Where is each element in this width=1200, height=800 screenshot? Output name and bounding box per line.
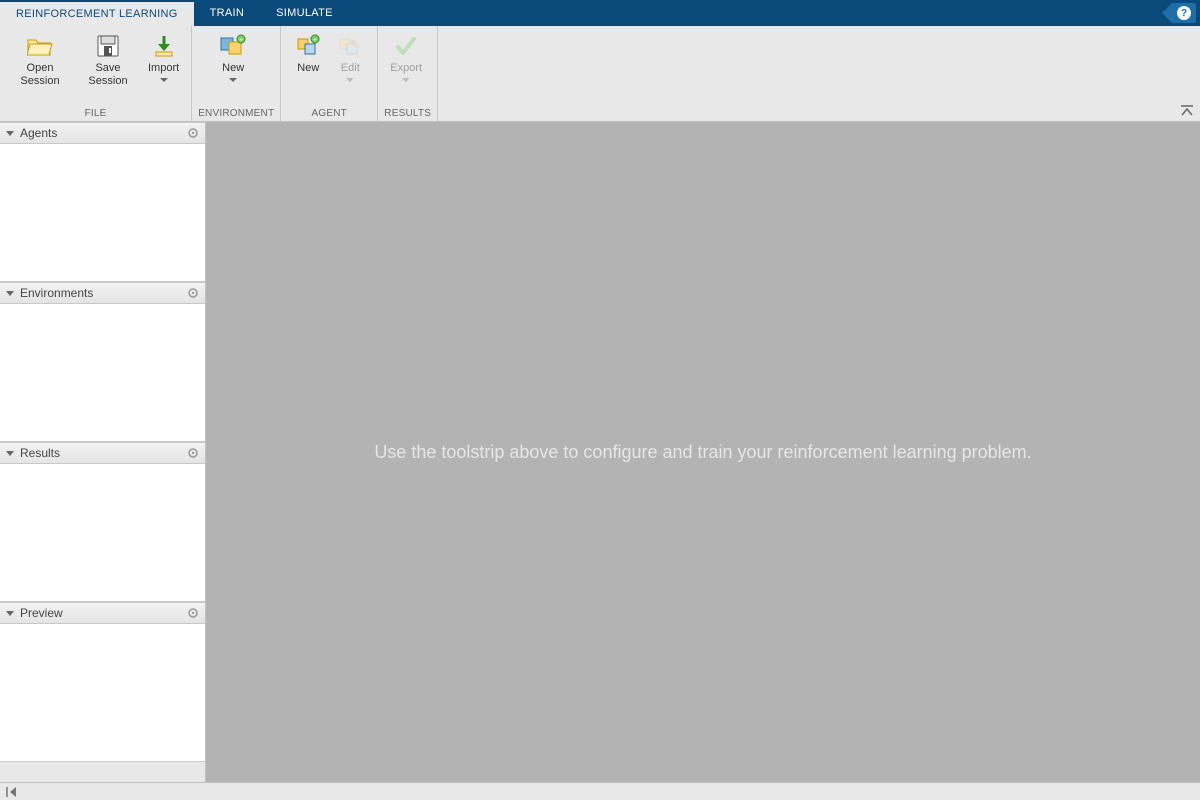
panel-agents: Agents [0, 122, 205, 282]
button-label: Save Session [80, 62, 136, 88]
button-label: Import [148, 62, 179, 75]
dropdown-caret-icon [229, 78, 237, 82]
panel-header-environments[interactable]: Environments [0, 282, 205, 304]
panel-options-button[interactable] [187, 127, 199, 139]
panel-options-button[interactable] [187, 607, 199, 619]
folder-open-icon [26, 32, 54, 60]
minimize-ribbon-button[interactable] [1180, 105, 1194, 117]
panel-options-button[interactable] [187, 447, 199, 459]
tab-label: TRAIN [210, 7, 245, 19]
environment-icon: + [219, 32, 247, 60]
collapse-triangle-icon [6, 291, 14, 296]
svg-text:+: + [313, 37, 317, 44]
dropdown-caret-icon [160, 78, 168, 82]
save-icon [94, 32, 122, 60]
agent-edit-icon [336, 32, 364, 60]
main-canvas: Use the toolstrip above to configure and… [206, 122, 1200, 782]
panel-title: Results [20, 446, 60, 460]
tab-strip: REINFORCEMENT LEARNING TRAIN SIMULATE ? [0, 0, 1200, 26]
ribbon-group-file: Open Session Save Session [0, 26, 192, 121]
new-agent-button[interactable]: + New [287, 30, 329, 77]
panel-header-agents[interactable]: Agents [0, 122, 205, 144]
ribbon-group-agent: + New Edit AGENT [281, 26, 378, 121]
open-session-button[interactable]: Open Session [6, 30, 74, 90]
help-arrow-icon [1162, 3, 1172, 23]
panel-preview: Preview [0, 602, 205, 762]
help-icon: ? [1177, 6, 1191, 20]
canvas-hint-text: Use the toolstrip above to configure and… [350, 442, 1055, 463]
ribbon-toolstrip: Open Session Save Session [0, 26, 1200, 122]
panel-results: Results [0, 442, 205, 602]
panel-title: Preview [20, 606, 63, 620]
button-label: Edit [341, 62, 360, 75]
dropdown-caret-icon [346, 78, 354, 82]
button-label: Export [390, 62, 422, 75]
agent-new-icon: + [294, 32, 322, 60]
tab-label: REINFORCEMENT LEARNING [16, 8, 178, 20]
group-label: ENVIRONMENT [198, 106, 274, 121]
panel-title: Environments [20, 286, 93, 300]
panel-header-results[interactable]: Results [0, 442, 205, 464]
button-label: Open Session [12, 62, 68, 88]
export-button: Export [384, 30, 428, 84]
panel-body-agents[interactable] [0, 144, 205, 282]
sidebar: Agents Environments Results [0, 122, 206, 782]
button-label: New [297, 62, 319, 75]
tab-label: SIMULATE [276, 7, 333, 19]
panel-header-preview[interactable]: Preview [0, 602, 205, 624]
tab-reinforcement-learning[interactable]: REINFORCEMENT LEARNING [0, 0, 194, 26]
tab-simulate[interactable]: SIMULATE [260, 0, 349, 26]
dropdown-caret-icon [402, 78, 410, 82]
panel-environments: Environments [0, 282, 205, 442]
svg-text:+: + [239, 37, 243, 44]
panel-title: Agents [20, 126, 57, 140]
group-label: RESULTS [384, 106, 431, 121]
edit-agent-button: Edit [329, 30, 371, 84]
import-button[interactable]: Import [142, 30, 185, 84]
panel-body-results[interactable] [0, 464, 205, 602]
button-label: New [222, 62, 244, 75]
panel-body-preview[interactable] [0, 624, 205, 762]
help-box: ? [1172, 3, 1196, 23]
status-first-page-button[interactable] [4, 785, 20, 799]
ribbon-group-results: Export RESULTS [378, 26, 438, 121]
collapse-triangle-icon [6, 131, 14, 136]
export-check-icon [392, 32, 420, 60]
group-label: FILE [6, 106, 185, 121]
collapse-triangle-icon [6, 451, 14, 456]
save-session-button[interactable]: Save Session [74, 30, 142, 90]
main-body: Agents Environments Results [0, 122, 1200, 782]
status-bar [0, 782, 1200, 800]
ribbon-group-environment: + New ENVIRONMENT [192, 26, 281, 121]
import-icon [150, 32, 178, 60]
help-button[interactable]: ? [1162, 3, 1196, 23]
tab-train[interactable]: TRAIN [194, 0, 261, 26]
panel-options-button[interactable] [187, 287, 199, 299]
collapse-triangle-icon [6, 611, 14, 616]
panel-body-environments[interactable] [0, 304, 205, 442]
group-label: AGENT [287, 106, 371, 121]
new-environment-button[interactable]: + New [198, 30, 268, 84]
